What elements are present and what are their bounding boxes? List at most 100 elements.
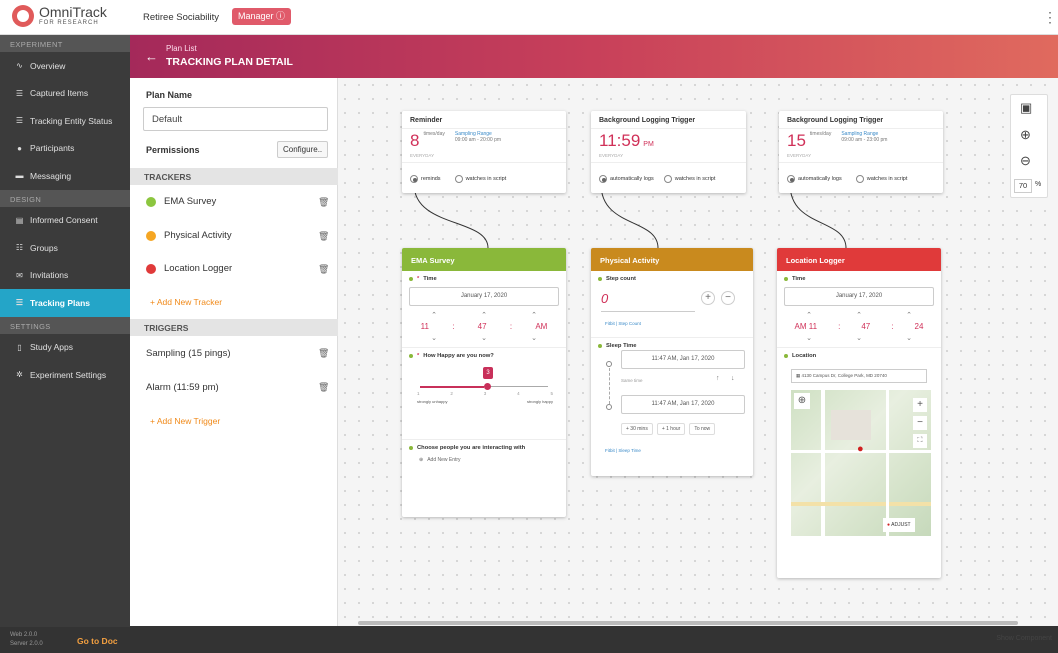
range-dashes (609, 368, 610, 404)
date-field[interactable]: January 17, 2020 (409, 287, 559, 306)
tick-label: 4 (517, 391, 520, 396)
map-road (791, 502, 931, 506)
sidebar-item-overview[interactable]: ∿ Overview (0, 52, 130, 80)
ampm-value[interactable]: AM (535, 322, 547, 331)
option-auto-logs[interactable]: automatically logs (599, 175, 654, 183)
trigger-card-background-logging[interactable]: Background Logging Trigger 11:59 PM EVER… (591, 111, 746, 193)
time-separator: : (509, 322, 513, 331)
minute-value[interactable]: 47 (478, 322, 487, 331)
zoom-out-map-button[interactable]: − (913, 416, 927, 430)
trigger-item-sampling[interactable]: Sampling (15 pings) (146, 348, 231, 359)
sidebar-item-tracking-entity-status[interactable]: ☰ Tracking Entity Status (0, 107, 130, 135)
add-entry-button[interactable]: ⊕ Add New Entry (409, 451, 559, 463)
trash-icon[interactable]: 🗑 (318, 264, 329, 275)
add-trigger-link[interactable]: + Add New Trigger (150, 416, 220, 426)
chevron-up-icon[interactable]: ⌃ (906, 311, 912, 319)
chevron-down-icon[interactable]: ⌄ (481, 334, 487, 342)
sidebar-item-groups[interactable]: ☷ Groups (0, 234, 130, 262)
arrow-down-icon[interactable]: ↓ (731, 375, 735, 382)
chevron-up-icon[interactable]: ⌃ (531, 311, 537, 319)
adjust-button[interactable]: ● ADJUST (883, 518, 915, 532)
plan-name-input[interactable]: Default (143, 107, 328, 131)
horizontal-scrollbar[interactable] (358, 621, 1018, 625)
option-watches-script[interactable]: watches in script (855, 175, 907, 183)
app-logo[interactable]: OmniTrack FOR RESEARCH (12, 5, 107, 27)
chevron-down-icon[interactable]: ⌄ (806, 334, 812, 342)
plus-1-hour-button[interactable]: + 1 hour (656, 423, 686, 435)
sidebar-item-informed-consent[interactable]: ▤ Informed Consent (0, 207, 130, 235)
field-label: How Happy are you now? (423, 353, 494, 359)
chevron-down-icon[interactable]: ⌄ (906, 334, 912, 342)
map-road (886, 390, 889, 536)
option-watches-script[interactable]: watches in script (663, 175, 715, 183)
sidebar-item-study-apps[interactable]: ▯ Study Apps (0, 334, 130, 362)
address-field[interactable]: ▦ 4130 Campus Dr, College Park, MD 20740 (791, 369, 927, 383)
add-tracker-link[interactable]: + Add New Tracker (150, 297, 222, 307)
sidebar-item-messaging[interactable]: ▬ Messaging (0, 162, 130, 190)
arrow-up-icon[interactable]: ↑ (716, 375, 720, 382)
trigger-card-reminder[interactable]: Reminder 8 times/day Sampling Range 09:00… (402, 111, 566, 193)
sidebar-item-captured-items[interactable]: ☰ Captured Items (0, 80, 130, 108)
fit-screen-icon[interactable]: ▣ (1020, 100, 1032, 116)
option-watches-script[interactable]: watches in script (454, 175, 506, 183)
kebab-menu-icon[interactable]: ⋮ (1043, 10, 1057, 24)
chevron-down-icon[interactable]: ⌄ (856, 334, 862, 342)
location-pin-icon: ● (857, 443, 864, 455)
second-value[interactable]: 24 (915, 322, 924, 331)
zoom-in-map-button[interactable]: + (913, 398, 927, 412)
chevron-up-icon[interactable]: ⌃ (856, 311, 862, 319)
hour-value[interactable]: AM 11 (795, 322, 818, 331)
plan-icon: ☰ (15, 298, 24, 308)
option-auto-logs[interactable]: automatically logs (787, 175, 842, 183)
chevron-up-icon[interactable]: ⌃ (481, 311, 487, 319)
trash-icon[interactable]: 🗑 (318, 348, 329, 359)
step-source: Fitbit | Step Count (605, 321, 641, 326)
role-badge[interactable]: Manager ⓘ (232, 8, 292, 25)
hour-value[interactable]: 11 (421, 322, 429, 331)
date-field[interactable]: January 17, 2020 (784, 287, 934, 306)
trigger-unit: times/day (809, 131, 832, 137)
zoom-in-icon[interactable]: ⊕ (1020, 127, 1031, 143)
configure-button[interactable]: Configure.. (277, 141, 329, 158)
trash-icon[interactable]: 🗑 (318, 231, 329, 242)
trash-icon[interactable]: 🗑 (318, 382, 329, 393)
chevron-up-icon[interactable]: ⌃ (806, 311, 812, 319)
zoom-level-input[interactable]: 70 (1014, 179, 1032, 193)
tracker-item-ema[interactable]: EMA Survey (146, 196, 216, 207)
sidebar-item-participants[interactable]: ● Participants (0, 135, 130, 163)
minute-value[interactable]: 47 (861, 322, 870, 331)
tracker-item-physical-activity[interactable]: Physical Activity (146, 230, 232, 241)
decrement-button[interactable]: − (721, 291, 735, 305)
anchor-right: strongly happy (526, 399, 553, 404)
sleep-end-field[interactable]: 11:47 AM, Jan 17, 2020 (621, 395, 745, 414)
option-reminds[interactable]: reminds (410, 175, 441, 183)
trigger-item-alarm[interactable]: Alarm (11:59 pm) (146, 382, 219, 393)
tick-label: 5 (550, 391, 553, 396)
breadcrumb[interactable]: Plan List (166, 44, 197, 53)
fullscreen-map-icon[interactable]: ⛶ (913, 434, 927, 448)
tracker-card-physical-activity[interactable]: Physical Activity Step count 0 + − Fitbi… (591, 248, 753, 476)
trash-icon[interactable]: 🗑 (318, 197, 329, 208)
go-to-doc-link[interactable]: Go to Doc (77, 636, 118, 646)
sidebar-item-tracking-plans[interactable]: ☰ Tracking Plans (0, 289, 130, 317)
back-arrow-icon[interactable]: ← (145, 49, 158, 64)
sidebar-item-experiment-settings[interactable]: ✲ Experiment Settings (0, 361, 130, 389)
locate-me-icon[interactable]: ⊕ (794, 393, 810, 409)
sleep-start-field[interactable]: 11:47 AM, Jan 17, 2020 (621, 350, 745, 369)
map-icon: ▦ (796, 373, 801, 378)
tracker-card-ema[interactable]: EMA Survey * Time January 17, 2020 ⌃ ⌃ ⌃ 11… (402, 248, 566, 517)
to-now-button[interactable]: To now (689, 423, 716, 435)
zoom-out-icon[interactable]: ⊖ (1020, 153, 1031, 169)
trigger-card-background-logging-2[interactable]: Background Logging Trigger 15 times/day … (779, 111, 943, 193)
likert-thumb[interactable] (484, 383, 491, 390)
step-value[interactable]: 0 (601, 291, 608, 306)
sidebar-item-invitations[interactable]: ✉ Invitations (0, 262, 130, 290)
chevron-down-icon[interactable]: ⌄ (431, 334, 437, 342)
chevron-up-icon[interactable]: ⌃ (431, 311, 437, 319)
increment-button[interactable]: + (701, 291, 715, 305)
plus-30-mins-button[interactable]: + 30 mins (621, 423, 653, 435)
chevron-down-icon[interactable]: ⌄ (531, 334, 537, 342)
tracker-card-location-logger[interactable]: Location Logger Time January 17, 2020 ⌃ ⌃… (777, 248, 941, 578)
location-map[interactable]: ● ⊕ + − ⛶ ● ADJUST (791, 390, 931, 536)
tracker-item-location-logger[interactable]: Location Logger (146, 263, 232, 274)
